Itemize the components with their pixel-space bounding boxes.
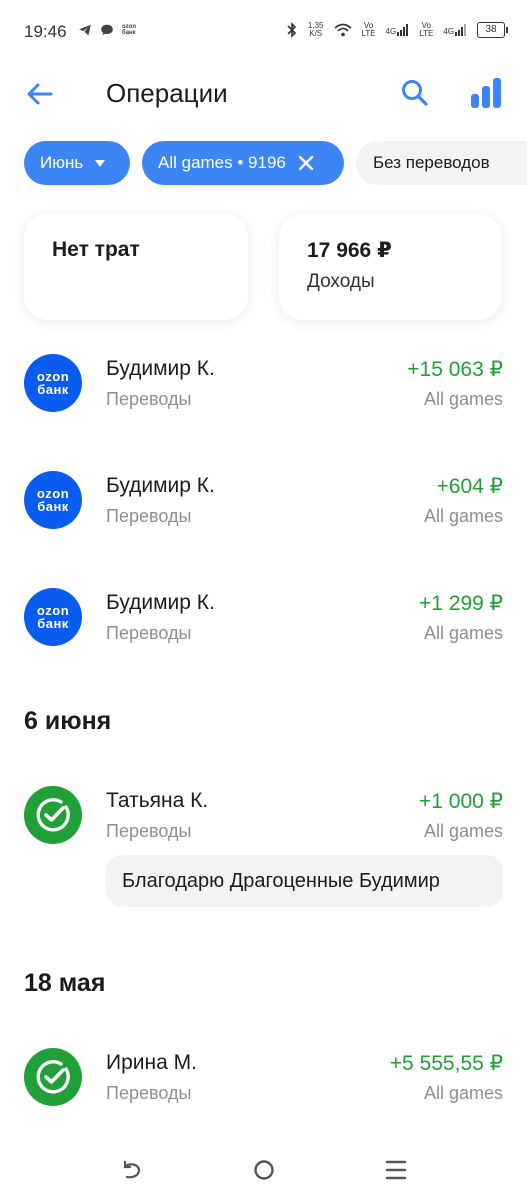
- ozon-bank-logo-icon: ozon банк: [24, 471, 82, 529]
- spend-summary-title: Нет трат: [52, 238, 140, 261]
- ozon-bank-logo-icon: ozon банк: [24, 588, 82, 646]
- transaction-account: All games: [423, 623, 503, 643]
- signal-1-icon: 4G: [386, 24, 410, 36]
- chat-bubble-icon: [101, 24, 113, 36]
- transfers-filter-label: Без переводов: [373, 153, 490, 172]
- transaction-amount: +1 299 ₽: [418, 592, 503, 615]
- transaction-name: Будимир К.: [106, 591, 215, 614]
- chevron-down-icon: [95, 159, 106, 167]
- transaction-account: All games: [423, 1083, 503, 1103]
- transaction-category: Переводы: [106, 506, 192, 526]
- transaction-category: Переводы: [106, 389, 192, 409]
- transaction-category: Переводы: [106, 1083, 192, 1103]
- account-filter-chip[interactable]: All games • 9196: [142, 141, 344, 185]
- recents-menu-icon[interactable]: [385, 1158, 407, 1182]
- status-left-icons: ozon банк: [78, 23, 136, 37]
- income-summary-card[interactable]: 17 966 ₽ Доходы: [279, 214, 502, 320]
- transaction-name: Ирина М.: [106, 1051, 197, 1074]
- sber-logo-icon: [24, 1048, 82, 1106]
- account-filter-label: All games • 9196: [158, 153, 286, 172]
- status-right-icons: 1,35 K/S Vo LTE 4G Vo LTE 4G 38: [286, 21, 508, 38]
- income-label: Доходы: [307, 271, 375, 292]
- date-header: 6 июня: [24, 707, 112, 735]
- transaction-name: Будимир К.: [106, 357, 215, 380]
- transaction-row[interactable]: Ирина М. Переводы +5 555,55 ₽ All games: [0, 1039, 527, 1119]
- status-time: 19:46: [24, 22, 67, 41]
- ozon-bank-logo-icon: ozon банк: [24, 354, 82, 412]
- back-arrow-icon[interactable]: [24, 78, 56, 110]
- transaction-row[interactable]: ozon банк Будимир К. Переводы +604 ₽ All …: [0, 462, 527, 542]
- close-icon[interactable]: [298, 155, 314, 171]
- page-title: Операции: [106, 78, 228, 108]
- date-header: 18 мая: [24, 969, 106, 997]
- sber-check-icon: [36, 798, 70, 832]
- income-amount: 17 966 ₽: [307, 239, 392, 262]
- search-icon[interactable]: [400, 78, 430, 108]
- transfers-filter-chip[interactable]: Без переводов: [356, 141, 527, 185]
- transaction-category: Переводы: [106, 623, 192, 643]
- transaction-category: Переводы: [106, 821, 192, 841]
- transaction-account: All games: [423, 821, 503, 841]
- transaction-name: Будимир К.: [106, 474, 215, 497]
- home-circle-icon[interactable]: [252, 1158, 276, 1182]
- transaction-amount: +15 063 ₽: [407, 358, 503, 381]
- transaction-amount: +5 555,55 ₽: [389, 1052, 503, 1075]
- signal-bars-icon: [397, 24, 409, 36]
- status-bar: 19:46 ozon банк 1,35 K/S Vo LTE 4G Vo LT…: [0, 0, 527, 64]
- transaction-amount: +1 000 ₽: [418, 790, 503, 813]
- transaction-row[interactable]: ozon банк Будимир К. Переводы +15 063 ₽ A…: [0, 345, 527, 425]
- sber-check-icon: [36, 1060, 70, 1094]
- telegram-icon: [79, 24, 91, 36]
- network-speed: 1,35 K/S: [307, 21, 324, 38]
- spend-summary-card[interactable]: Нет трат: [24, 214, 248, 320]
- transaction-row[interactable]: Татьяна К. Переводы +1 000 ₽ All games: [0, 777, 527, 857]
- sber-logo-icon: [24, 786, 82, 844]
- net-type-2: 4G: [443, 27, 454, 36]
- transaction-account: All games: [423, 506, 503, 526]
- back-gesture-icon[interactable]: [120, 1158, 144, 1182]
- volte-2: Vo LTE: [419, 21, 434, 38]
- volte-1: Vo LTE: [361, 21, 376, 38]
- bluetooth-icon: [287, 22, 297, 38]
- signal-2-icon: 4G: [443, 24, 467, 36]
- transaction-name: Татьяна К.: [106, 789, 209, 812]
- battery-icon: 38: [477, 22, 508, 38]
- transaction-comment: Благодарю Драгоценные Будимир: [106, 855, 503, 907]
- net-type-1: 4G: [385, 27, 397, 36]
- signal-bars-icon: [455, 24, 466, 36]
- month-filter-label: Июнь: [40, 153, 84, 172]
- bar-chart-icon[interactable]: [470, 78, 502, 108]
- transaction-amount: +604 ₽: [436, 475, 504, 498]
- month-filter-chip[interactable]: Июнь: [24, 141, 130, 185]
- transaction-row[interactable]: ozon банк Будимир К. Переводы +1 299 ₽ Al…: [0, 579, 527, 659]
- ozon-mini-icon: ozon банк: [122, 24, 136, 36]
- wifi-icon: [333, 23, 352, 37]
- transaction-account: All games: [423, 389, 503, 409]
